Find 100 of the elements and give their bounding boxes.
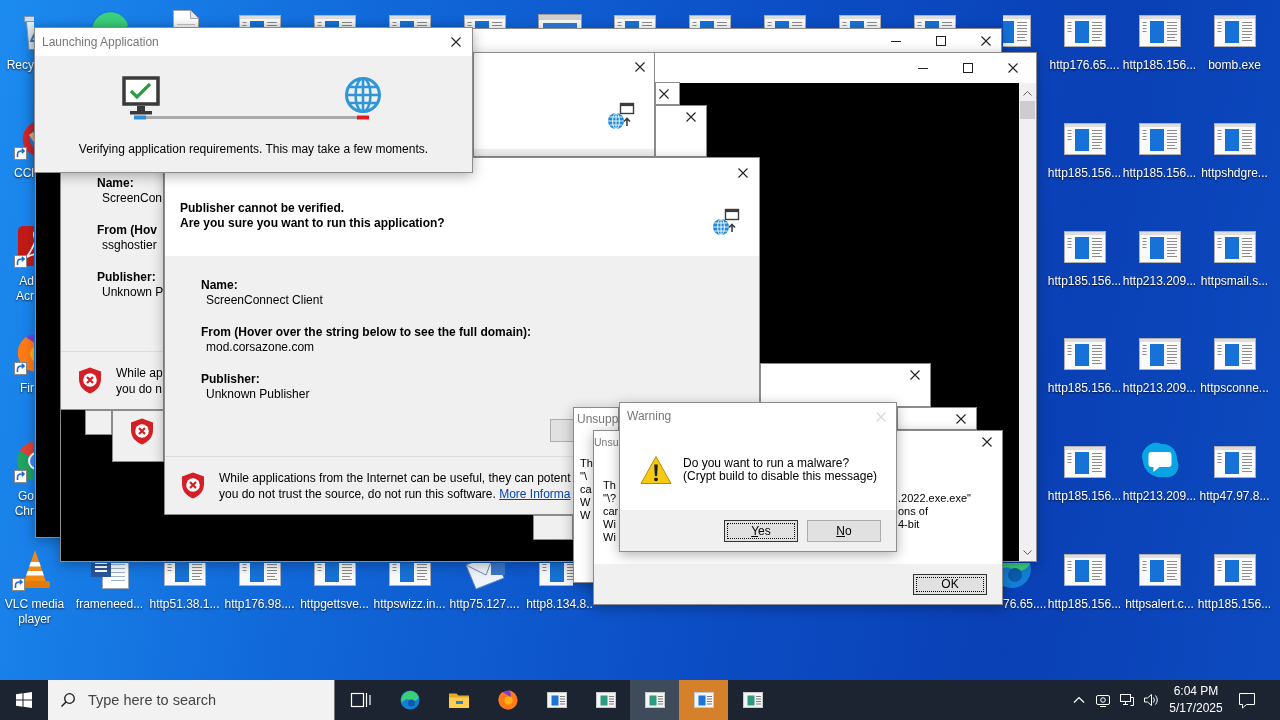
message-text: Th [580, 457, 593, 470]
icon-label[interactable]: 76.65.... [1003, 596, 1047, 612]
window-title: Unsupp [577, 412, 618, 427]
icon-label[interactable]: Fir [20, 381, 34, 397]
close-icon[interactable] [1008, 63, 1018, 73]
message-text: Do you want to run a malware? [683, 457, 850, 470]
close-icon[interactable] [956, 414, 966, 424]
message-text: Wi [603, 531, 616, 544]
field-value: ScreenConnect Client [206, 293, 323, 308]
icon-label[interactable]: httpsalert.c... [1125, 596, 1194, 612]
icon-label[interactable]: http75.127.... [449, 596, 520, 612]
ok-button[interactable]: OK [913, 573, 987, 595]
heading-text: Are you sure you want to run this application? [180, 216, 445, 231]
scroll-thumb[interactable] [1020, 101, 1035, 119]
message-text: (Crypt build to disable this message) [683, 470, 878, 483]
clock-button[interactable]: 6:04 PM 5/17/2025 [1170, 680, 1222, 720]
icon-label[interactable]: Recy [6, 58, 34, 73]
window-title: Warning [627, 409, 672, 424]
icon-label[interactable]: Go Chr [0, 489, 34, 519]
icon-label[interactable]: frameneed... [75, 596, 144, 612]
field-value: ScreenCon [102, 191, 163, 206]
dialog-button[interactable]: Yes [724, 519, 798, 542]
warning-text: While ap you do n [116, 364, 163, 397]
message-text: .2022.exe.exe" [898, 492, 971, 505]
scrollbar[interactable] [1019, 83, 1036, 561]
icon-label[interactable]: http176.65.... [1049, 58, 1120, 73]
field-value: Unknown Publisher [206, 387, 310, 402]
search-icon [60, 692, 76, 708]
message-text: W [580, 509, 591, 522]
close-icon[interactable] [982, 437, 992, 447]
icon-label[interactable]: http176.98.... [224, 596, 295, 612]
dialog-button[interactable]: No [807, 519, 881, 542]
network-icon[interactable] [1119, 692, 1135, 708]
close-icon[interactable] [981, 36, 991, 46]
message-text: ca [580, 483, 592, 496]
status-text: Verifying application requirements. This may take a few moments. [78, 142, 429, 157]
window-title: Launching Application [42, 34, 159, 50]
flame-globe-icon [495, 688, 520, 712]
start-icon [16, 692, 32, 708]
globe-window-icon [607, 102, 635, 130]
icon-label[interactable]: http185.156... [1047, 381, 1122, 397]
camera-icon[interactable] [1095, 692, 1111, 708]
icon-label[interactable]: Ad Acr [0, 273, 34, 304]
icon-label[interactable]: http185.156... [1047, 596, 1122, 612]
field-label: From (Hov [97, 223, 157, 238]
field-value: ssghostier [102, 238, 157, 253]
maximize-icon[interactable] [963, 63, 973, 73]
icon-label[interactable]: http51.38.1... [149, 596, 220, 612]
icon-label[interactable]: http213.209... [1122, 381, 1197, 397]
icon-label[interactable]: http185.156... [1197, 596, 1272, 612]
icon-label[interactable]: httpshdgre... [1201, 165, 1268, 181]
warning-text: While applications from the Internet can be useful, they can potent you do not trust the source, do not run this software. More Informa [219, 469, 571, 502]
message-text: W [580, 496, 591, 509]
info-link[interactable]: More Informa [499, 486, 571, 501]
icon-label[interactable]: http185.156... [1122, 165, 1197, 181]
icon-label[interactable]: http213.209... [1122, 273, 1197, 289]
globe-window-icon [712, 208, 740, 236]
heading-text: Publisher cannot be verified. [180, 201, 345, 216]
notification-icon[interactable] [1237, 690, 1257, 710]
icon-label[interactable]: VLC media player [0, 596, 72, 627]
close-icon[interactable] [451, 37, 461, 47]
icon-label[interactable]: http185.156... [1047, 273, 1122, 289]
field-value: mod.corsazone.com [206, 340, 315, 355]
close-icon[interactable] [635, 62, 645, 72]
close-icon[interactable] [686, 112, 696, 122]
warning-icon [640, 455, 672, 485]
close-icon[interactable] [659, 89, 669, 99]
icon-label[interactable]: http213.209... [1122, 489, 1197, 504]
icon-label[interactable]: CCl [14, 165, 34, 181]
icon-label[interactable]: httpsmail.s... [1200, 273, 1269, 289]
message-text: 4-bit [898, 518, 920, 531]
field-label: Name: [97, 176, 134, 191]
field-value: Unknown P [102, 285, 163, 300]
window-title: Unsu [594, 434, 619, 450]
search-field[interactable]: Type here to search [48, 680, 335, 720]
icon-label[interactable]: http185.156... [1047, 165, 1122, 181]
icon-label[interactable]: http185.156... [1047, 489, 1122, 504]
icon-label[interactable]: http185.156... [1122, 58, 1197, 73]
icon-label[interactable]: bomb.exe [1208, 58, 1261, 73]
icon-label[interactable]: httpsconne... [1200, 381, 1269, 397]
field-label: Publisher: [201, 372, 260, 387]
message-text: Wi [603, 518, 616, 531]
message-text: ons of [898, 505, 928, 518]
icon-label[interactable]: http8.134.8.. [526, 596, 593, 612]
icon-label[interactable]: httpswizz.in... [373, 596, 446, 612]
icon-label[interactable]: httpgettsve... [300, 596, 369, 612]
field-label: Name: [201, 278, 238, 293]
close-icon[interactable] [738, 168, 748, 178]
field-label: From (Hover over the string below to see the full domain): [201, 325, 532, 340]
message-text: "\? [603, 492, 617, 505]
speaker-icon[interactable] [1143, 692, 1159, 708]
taskbar-button[interactable] [630, 680, 679, 720]
icon-label[interactable]: http47.97.8... [1199, 489, 1270, 504]
message-text: car [603, 505, 619, 518]
scroll-up-icon[interactable] [1023, 91, 1032, 96]
scroll-down-icon[interactable] [1023, 550, 1032, 555]
message-text: Th [603, 479, 616, 492]
shield-error-icon [181, 472, 205, 499]
maximize-icon[interactable] [936, 36, 946, 46]
close-icon[interactable] [910, 370, 920, 380]
